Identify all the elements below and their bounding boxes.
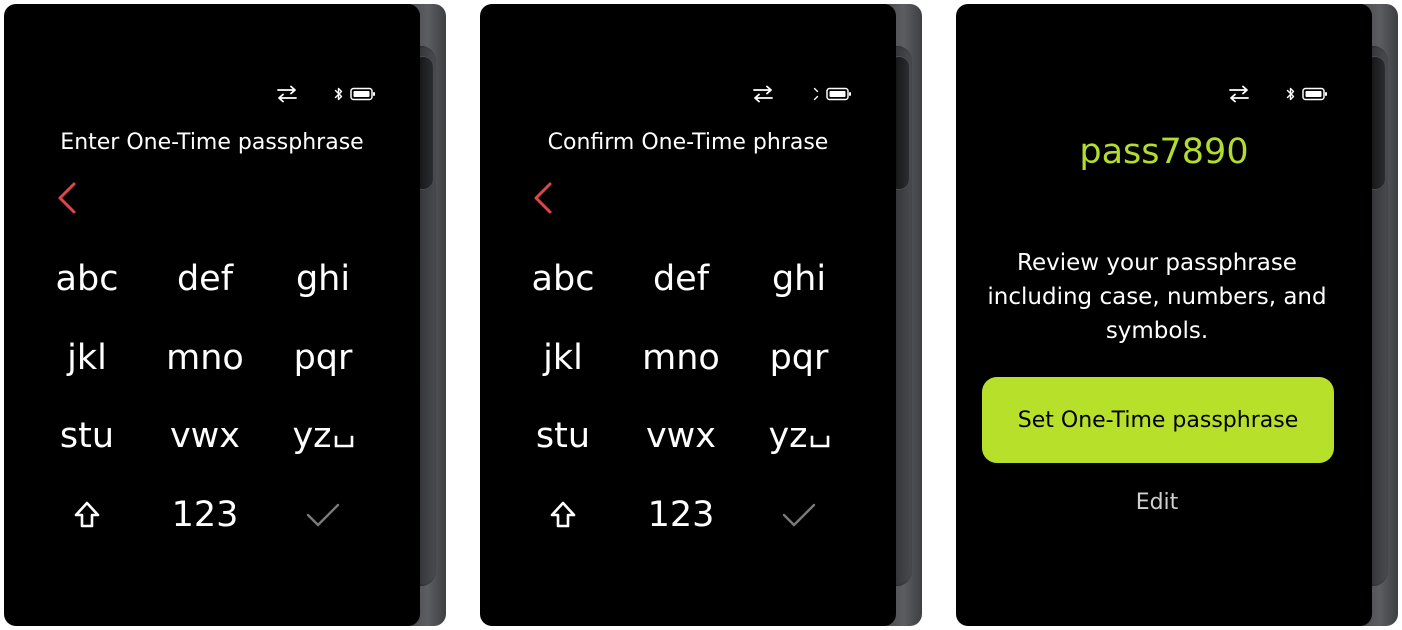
- confirm-key[interactable]: [264, 476, 382, 555]
- key-numeric[interactable]: 123: [622, 476, 740, 555]
- battery-icon: [826, 87, 852, 101]
- key-stu[interactable]: stu: [504, 397, 622, 476]
- back-button[interactable]: [56, 180, 80, 216]
- set-passphrase-button[interactable]: Set One-Time passphrase: [982, 377, 1334, 463]
- key-vwx[interactable]: vwx: [146, 397, 264, 476]
- shift-arrow-icon: [74, 501, 100, 528]
- key-abc[interactable]: abc: [504, 240, 622, 319]
- key-vwx[interactable]: vwx: [622, 397, 740, 476]
- usb-transfer-icon: [276, 85, 298, 103]
- key-pqr[interactable]: pqr: [264, 319, 382, 398]
- screen: pass7890 Review your passphrase includin…: [956, 4, 1372, 626]
- key-yz-space[interactable]: yz: [264, 397, 382, 476]
- status-bar: [1228, 84, 1328, 104]
- shift-arrow-icon: [550, 501, 576, 528]
- screen: Confirm One-Time phrase abc def ghi jkl …: [480, 4, 896, 626]
- keypad: abc def ghi jkl mno pqr stu vwx yz 123: [28, 240, 382, 554]
- key-numeric[interactable]: 123: [146, 476, 264, 555]
- shift-key[interactable]: [504, 476, 622, 555]
- key-stu[interactable]: stu: [28, 397, 146, 476]
- passphrase-value: pass7890: [1079, 132, 1249, 172]
- device-enter-passphrase: Enter One-Time passphrase abc def ghi jk…: [4, 4, 448, 626]
- key-yz-space[interactable]: yz: [740, 397, 858, 476]
- keypad: abc def ghi jkl mno pqr stu vwx yz 123: [504, 240, 858, 554]
- usb-transfer-icon: [1228, 85, 1250, 103]
- battery-icon: [350, 87, 376, 101]
- bluetooth-icon: [810, 86, 820, 102]
- status-bar: [752, 84, 852, 104]
- bluetooth-icon: [1286, 86, 1296, 102]
- bluetooth-icon: [334, 86, 344, 102]
- back-chevron-icon: [534, 182, 552, 214]
- screen: Enter One-Time passphrase abc def ghi jk…: [4, 4, 420, 626]
- edit-button[interactable]: Edit: [956, 490, 1358, 515]
- key-ghi[interactable]: ghi: [264, 240, 382, 319]
- shift-key[interactable]: [28, 476, 146, 555]
- page-title: Confirm One-Time phrase: [547, 130, 829, 155]
- confirm-check-icon: [782, 503, 816, 526]
- key-def[interactable]: def: [146, 240, 264, 319]
- key-yz-label: yz: [768, 416, 808, 457]
- key-mno[interactable]: mno: [622, 319, 740, 398]
- back-button[interactable]: [532, 180, 556, 216]
- space-icon: [334, 435, 353, 448]
- confirm-key[interactable]: [740, 476, 858, 555]
- device-screens-row: Enter One-Time passphrase abc def ghi jk…: [0, 0, 1402, 630]
- back-chevron-icon: [58, 182, 76, 214]
- usb-transfer-icon: [752, 85, 774, 103]
- review-instructions: Review your passphrase including case, n…: [987, 250, 1327, 344]
- key-ghi[interactable]: ghi: [740, 240, 858, 319]
- confirm-check-icon: [306, 503, 340, 526]
- device-review-passphrase: pass7890 Review your passphrase includin…: [956, 4, 1400, 626]
- key-abc[interactable]: abc: [28, 240, 146, 319]
- status-bar: [276, 84, 376, 104]
- key-pqr[interactable]: pqr: [740, 319, 858, 398]
- battery-icon: [1302, 87, 1328, 101]
- key-jkl[interactable]: jkl: [504, 319, 622, 398]
- space-icon: [810, 435, 829, 448]
- key-def[interactable]: def: [622, 240, 740, 319]
- key-jkl[interactable]: jkl: [28, 319, 146, 398]
- key-mno[interactable]: mno: [146, 319, 264, 398]
- key-yz-label: yz: [292, 416, 332, 457]
- page-title: Enter One-Time passphrase: [60, 130, 364, 155]
- device-confirm-passphrase: Confirm One-Time phrase abc def ghi jkl …: [480, 4, 924, 626]
